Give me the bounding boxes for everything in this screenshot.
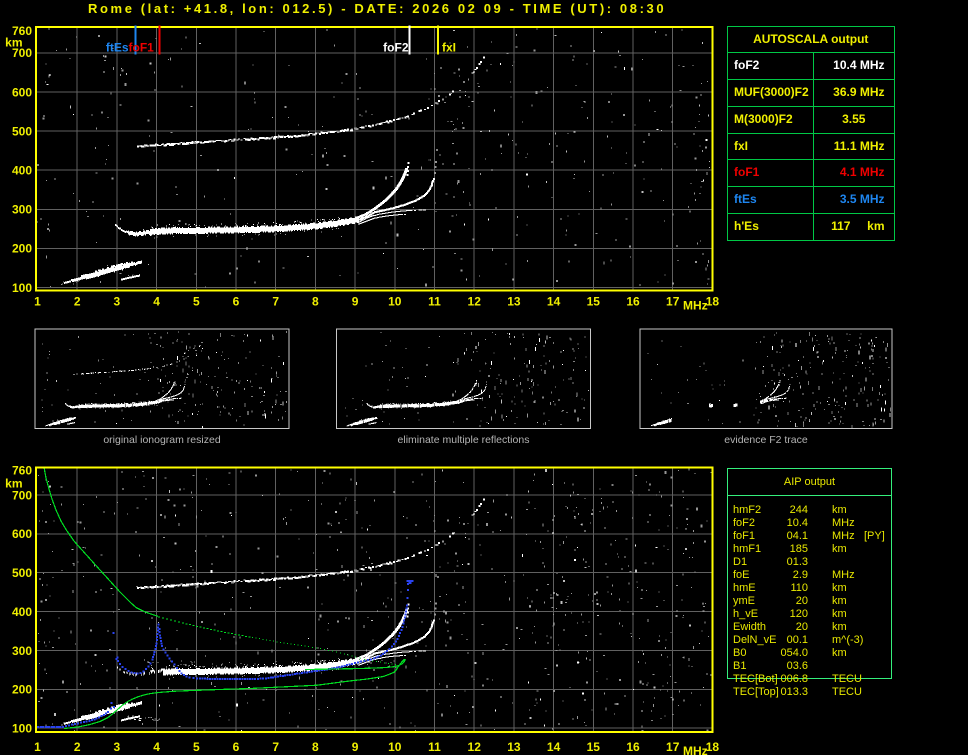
svg-text:15: 15 bbox=[587, 295, 601, 309]
svg-text:km: km bbox=[5, 477, 22, 491]
svg-text:18: 18 bbox=[706, 740, 720, 754]
svg-text:17: 17 bbox=[666, 295, 680, 309]
svg-text:100: 100 bbox=[12, 281, 32, 295]
svg-text:foF1: foF1 bbox=[129, 41, 155, 55]
svg-text:9: 9 bbox=[352, 740, 359, 754]
svg-text:evidence F2 trace: evidence F2 trace bbox=[724, 434, 808, 446]
svg-text:7: 7 bbox=[272, 295, 279, 309]
svg-text:7: 7 bbox=[272, 740, 279, 754]
svg-text:6: 6 bbox=[233, 295, 240, 309]
svg-text:200: 200 bbox=[12, 683, 32, 697]
svg-text:500: 500 bbox=[12, 124, 32, 138]
svg-text:600: 600 bbox=[12, 527, 32, 541]
svg-text:8: 8 bbox=[312, 295, 319, 309]
svg-text:eliminate multiple reflections: eliminate multiple reflections bbox=[398, 434, 530, 446]
svg-text:12: 12 bbox=[468, 295, 482, 309]
svg-text:760: 760 bbox=[12, 464, 32, 478]
svg-text:13: 13 bbox=[507, 295, 521, 309]
svg-text:3: 3 bbox=[114, 740, 121, 754]
svg-text:500: 500 bbox=[12, 566, 32, 580]
svg-text:1: 1 bbox=[34, 740, 41, 754]
svg-text:13: 13 bbox=[507, 740, 521, 754]
svg-text:200: 200 bbox=[12, 242, 32, 256]
svg-text:MHz: MHz bbox=[683, 299, 708, 313]
svg-text:10: 10 bbox=[388, 740, 402, 754]
svg-text:1: 1 bbox=[34, 295, 41, 309]
svg-text:18: 18 bbox=[706, 295, 720, 309]
svg-text:14: 14 bbox=[547, 740, 561, 754]
svg-text:100: 100 bbox=[12, 722, 32, 736]
svg-text:10: 10 bbox=[388, 295, 402, 309]
svg-text:km: km bbox=[5, 35, 22, 49]
svg-text:9: 9 bbox=[352, 295, 359, 309]
svg-text:600: 600 bbox=[12, 85, 32, 99]
svg-text:MHz: MHz bbox=[683, 744, 708, 755]
svg-text:16: 16 bbox=[626, 740, 640, 754]
svg-text:4: 4 bbox=[153, 295, 160, 309]
svg-text:11: 11 bbox=[428, 740, 441, 754]
svg-text:fxI: fxI bbox=[442, 41, 456, 55]
svg-text:16: 16 bbox=[626, 295, 640, 309]
svg-text:300: 300 bbox=[12, 203, 32, 217]
svg-text:ftEs: ftEs bbox=[106, 41, 129, 55]
svg-text:12: 12 bbox=[468, 740, 482, 754]
svg-text:11: 11 bbox=[428, 295, 441, 309]
svg-text:3: 3 bbox=[114, 295, 121, 309]
svg-text:14: 14 bbox=[547, 295, 561, 309]
svg-text:5: 5 bbox=[193, 295, 200, 309]
svg-text:400: 400 bbox=[12, 605, 32, 619]
svg-text:2: 2 bbox=[74, 740, 81, 754]
svg-text:15: 15 bbox=[587, 740, 601, 754]
svg-text:original ionogram resized: original ionogram resized bbox=[103, 434, 220, 446]
svg-text:2: 2 bbox=[74, 295, 81, 309]
svg-text:8: 8 bbox=[312, 740, 319, 754]
svg-text:foF2: foF2 bbox=[383, 41, 409, 55]
svg-text:5: 5 bbox=[193, 740, 200, 754]
svg-text:300: 300 bbox=[12, 644, 32, 658]
svg-text:4: 4 bbox=[153, 740, 160, 754]
svg-text:17: 17 bbox=[666, 740, 680, 754]
svg-text:6: 6 bbox=[233, 740, 240, 754]
svg-text:400: 400 bbox=[12, 164, 32, 178]
